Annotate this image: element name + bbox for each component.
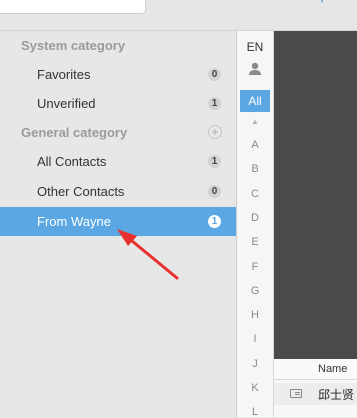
- index-letter-h[interactable]: H: [237, 309, 273, 321]
- index-letter-e[interactable]: E: [237, 236, 273, 248]
- count-badge: 0: [208, 185, 221, 198]
- name-column-header[interactable]: Name: [318, 363, 347, 375]
- plus-icon: +: [317, 0, 326, 8]
- alphabet-index-bar: EN All ▲ AB CDE FGHI JKL: [237, 31, 274, 418]
- triangle-up-icon[interactable]: ▲: [237, 117, 273, 126]
- add-contact-button[interactable]: +: [315, 0, 329, 8]
- sidebar-item-unverified[interactable]: Unverified 1: [0, 89, 236, 118]
- count-badge: 1: [208, 215, 221, 228]
- toolbar: +: [0, 0, 357, 31]
- contact-list: Name 邱士贤: [274, 359, 357, 417]
- sidebar-header-label: General category: [21, 125, 128, 140]
- add-category-icon[interactable]: +: [208, 125, 222, 139]
- index-letter-f[interactable]: F: [237, 261, 273, 273]
- index-all[interactable]: All: [240, 90, 270, 112]
- sidebar-item-label: Favorites: [37, 67, 91, 82]
- sidebar-item-all-contacts[interactable]: All Contacts 1: [0, 147, 236, 176]
- contact-name: 邱士贤: [318, 388, 355, 402]
- sidebar-item-other-contacts[interactable]: Other Contacts 0: [0, 177, 236, 206]
- contact-card-icon: [290, 389, 302, 398]
- sidebar-item-label: Unverified: [37, 96, 96, 111]
- index-letter-g[interactable]: G: [237, 285, 273, 297]
- index-letter-i[interactable]: I: [237, 333, 273, 345]
- sidebar-header-system: System category: [0, 31, 236, 60]
- index-letter-a[interactable]: A: [237, 139, 273, 151]
- index-letter-d[interactable]: D: [237, 212, 273, 224]
- search-input[interactable]: [0, 0, 146, 14]
- count-badge: 0: [208, 68, 221, 81]
- index-letter-l[interactable]: L: [237, 406, 273, 418]
- sidebar-item-label: Other Contacts: [37, 184, 125, 199]
- sidebar-item-label: All Contacts: [37, 154, 107, 169]
- sidebar-item-favorites[interactable]: Favorites 0: [0, 60, 236, 89]
- index-letter-b[interactable]: B: [237, 163, 273, 175]
- sidebar-header-label: System category: [21, 38, 126, 53]
- table-header: Name: [274, 359, 357, 380]
- count-badge: 1: [208, 97, 221, 110]
- index-language-toggle[interactable]: EN: [237, 37, 273, 57]
- person-icon[interactable]: [237, 60, 273, 80]
- sidebar: System category Favorites 0 Unverified 1…: [0, 31, 237, 417]
- contact-detail-pane: [274, 31, 357, 359]
- index-letter-c[interactable]: C: [237, 188, 273, 200]
- sidebar-header-general: General category +: [0, 118, 236, 147]
- index-letter-j[interactable]: J: [237, 358, 273, 370]
- sidebar-item-from-wayne[interactable]: From Wayne 1: [0, 207, 236, 236]
- index-letter-k[interactable]: K: [237, 382, 273, 394]
- count-badge: 1: [208, 155, 221, 168]
- table-row[interactable]: 邱士贤: [274, 383, 357, 405]
- sidebar-item-label: From Wayne: [37, 214, 111, 229]
